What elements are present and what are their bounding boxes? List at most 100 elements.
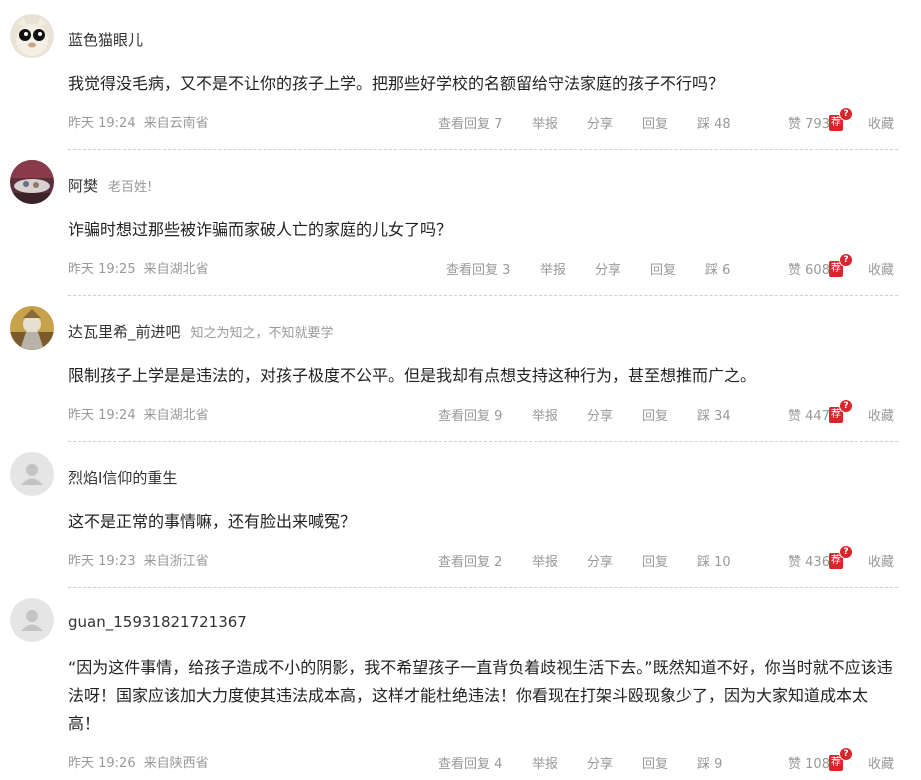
view-replies-button[interactable]: 查看回复 9: [438, 405, 502, 424]
dislike-label: 踩: [697, 409, 711, 424]
report-button[interactable]: 举报: [532, 405, 558, 424]
username[interactable]: 烈焰I信仰的重生: [68, 467, 177, 488]
reply-button[interactable]: 回复: [642, 113, 668, 132]
view-replies-button[interactable]: 查看回复 7: [438, 113, 502, 132]
recommend-icon[interactable]: 荐?: [829, 545, 853, 571]
dislike-label: 踩: [705, 263, 719, 278]
reply-button[interactable]: 回复: [642, 405, 668, 424]
username-text[interactable]: 达瓦里希_前进吧: [68, 323, 181, 341]
dislike-count: 48: [714, 117, 731, 132]
share-button[interactable]: 分享: [587, 405, 613, 424]
favorite-button[interactable]: 收藏: [868, 753, 894, 772]
comment-meta: 昨天 19:25 来自湖北省: [68, 258, 209, 277]
dislike-button[interactable]: 踩 9: [697, 753, 722, 772]
share-button[interactable]: 分享: [587, 113, 613, 132]
dislike-button[interactable]: 踩 6: [705, 259, 730, 278]
report-button[interactable]: 举报: [532, 753, 558, 772]
username[interactable]: 蓝色猫眼儿: [68, 29, 143, 50]
recommend-icon[interactable]: 荐?: [829, 253, 853, 279]
comment-meta: 昨天 19:26 来自陕西省: [68, 752, 209, 771]
user-tag: 老百姓!: [108, 180, 153, 195]
warrior-avatar[interactable]: [10, 306, 54, 350]
reply-count: 9: [494, 409, 503, 424]
view-replies-button[interactable]: 查看回复 2: [438, 551, 502, 570]
reply-button[interactable]: 回复: [650, 259, 676, 278]
comment-actions: 查看回复 4 举报 分享 回复 踩 9 赞 108 荐? 收藏: [400, 747, 898, 773]
username-text[interactable]: 蓝色猫眼儿: [68, 31, 143, 49]
favorite-button[interactable]: 收藏: [868, 113, 894, 132]
report-button[interactable]: 举报: [532, 551, 558, 570]
like-button[interactable]: 赞 793: [788, 113, 830, 132]
view-replies-label: 查看回复: [446, 263, 499, 278]
dislike-count: 9: [714, 757, 723, 772]
cat-avatar[interactable]: [10, 14, 54, 58]
reply-count: 7: [494, 117, 503, 132]
report-button[interactable]: 举报: [540, 259, 566, 278]
username-text[interactable]: guan_15931821721367: [68, 613, 247, 631]
comment-actions: 查看回复 2 举报 分享 回复 踩 10 赞 436 荐? 收藏: [400, 545, 898, 571]
username[interactable]: 达瓦里希_前进吧 知之为知之，不知就要学: [68, 321, 334, 342]
dislike-button[interactable]: 踩 34: [697, 405, 731, 424]
like-count: 447: [805, 409, 830, 424]
share-button[interactable]: 分享: [587, 551, 613, 570]
dislike-label: 踩: [697, 117, 711, 132]
comment-divider: [68, 149, 898, 150]
comment-time: 昨天 19:24: [68, 116, 136, 131]
like-button[interactable]: 赞 447: [788, 405, 830, 424]
like-button[interactable]: 赞 608: [788, 259, 830, 278]
share-button[interactable]: 分享: [595, 259, 621, 278]
comment-time: 昨天 19:24: [68, 408, 136, 423]
favorite-button[interactable]: 收藏: [868, 551, 894, 570]
favorite-button[interactable]: 收藏: [868, 405, 894, 424]
like-label: 赞: [788, 409, 802, 424]
favorite-button[interactable]: 收藏: [868, 259, 894, 278]
comment-meta: 昨天 19:24 来自湖北省: [68, 404, 209, 423]
recommend-help-icon: ?: [839, 253, 853, 267]
like-label: 赞: [788, 263, 802, 278]
comment-location: 来自湖北省: [143, 262, 209, 277]
username[interactable]: guan_15931821721367: [68, 613, 247, 631]
view-replies-button[interactable]: 查看回复 3: [446, 259, 510, 278]
comment-location: 来自陕西省: [143, 756, 209, 771]
share-button[interactable]: 分享: [587, 753, 613, 772]
photo-avatar[interactable]: [10, 160, 54, 204]
reply-count: 3: [502, 263, 511, 278]
reply-count: 4: [494, 757, 503, 772]
dislike-count: 34: [714, 409, 731, 424]
like-label: 赞: [788, 757, 802, 772]
default-avatar[interactable]: [10, 598, 54, 642]
recommend-help-icon: ?: [839, 747, 853, 761]
comment-time: 昨天 19:23: [68, 554, 136, 569]
recommend-help-icon: ?: [839, 399, 853, 413]
reply-button[interactable]: 回复: [642, 753, 668, 772]
recommend-icon[interactable]: 荐?: [829, 107, 853, 133]
like-button[interactable]: 赞 108: [788, 753, 830, 772]
comment-divider: [68, 441, 898, 442]
like-count: 108: [805, 757, 830, 772]
username-text[interactable]: 阿樊: [68, 177, 98, 195]
view-replies-button[interactable]: 查看回复 4: [438, 753, 502, 772]
comment-location: 来自云南省: [143, 116, 209, 131]
reply-button[interactable]: 回复: [642, 551, 668, 570]
dislike-button[interactable]: 踩 10: [697, 551, 731, 570]
view-replies-label: 查看回复: [438, 409, 491, 424]
report-button[interactable]: 举报: [532, 113, 558, 132]
recommend-icon[interactable]: 荐?: [829, 399, 853, 425]
user-tag: 知之为知之，不知就要学: [190, 326, 334, 341]
like-count: 608: [805, 263, 830, 278]
comment-actions: 查看回复 9 举报 分享 回复 踩 34 赞 447 荐? 收藏: [400, 399, 898, 425]
recommend-icon[interactable]: 荐?: [829, 747, 853, 773]
comment-actions: 查看回复 7 举报 分享 回复 踩 48 赞 793 荐? 收藏: [400, 107, 898, 133]
comment-actions: 查看回复 3 举报 分享 回复 踩 6 赞 608 荐? 收藏: [400, 253, 898, 279]
view-replies-label: 查看回复: [438, 555, 491, 570]
comment-text: 诈骗时想过那些被诈骗而家破人亡的家庭的儿女了吗？: [68, 220, 453, 239]
comment-location: 来自浙江省: [143, 554, 209, 569]
default-avatar[interactable]: [10, 452, 54, 496]
username-text[interactable]: 烈焰I信仰的重生: [68, 469, 177, 487]
dislike-button[interactable]: 踩 48: [697, 113, 731, 132]
username[interactable]: 阿樊 老百姓!: [68, 175, 152, 196]
like-label: 赞: [788, 117, 802, 132]
comment-text: 限制孩子上学是是违法的，对孩子极度不公平。但是我却有点想支持这种行为，甚至想推而…: [68, 366, 757, 385]
comment-meta: 昨天 19:24 来自云南省: [68, 112, 209, 131]
like-button[interactable]: 赞 436: [788, 551, 830, 570]
